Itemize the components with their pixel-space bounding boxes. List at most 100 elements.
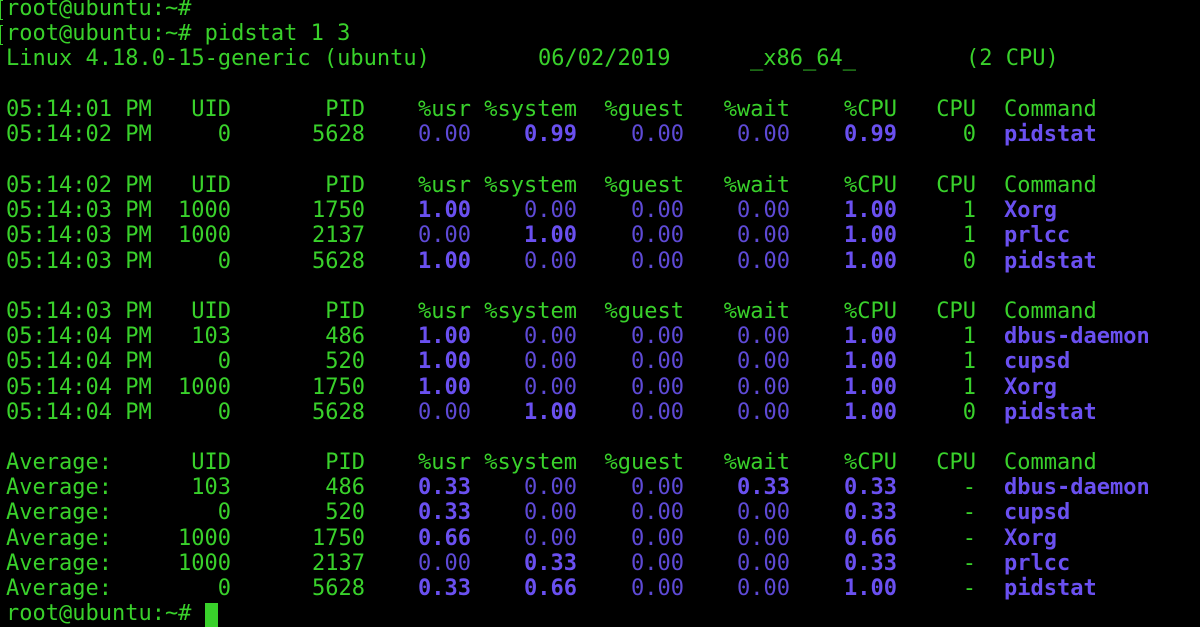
cell-cpu-pct: 0.66 — [844, 525, 897, 551]
cell-usr: 0.33 — [418, 576, 471, 601]
cell-uid: 1000 — [178, 374, 231, 400]
cell-cpu: 1 — [962, 374, 976, 400]
table-row: Average: 1000 2137 0.00 0.33 0.00 0.00 0.33 - prl… — [0, 551, 1200, 577]
row-time: 05:14:03 PM — [6, 223, 152, 249]
cell-guest: 0.00 — [631, 550, 684, 576]
cell-pid: 486 — [325, 324, 365, 350]
table-row: 05:14:04 PM 0 520 1.00 0.00 0.00 0.00 1.00 1 cups… — [0, 349, 1200, 375]
column-header-wait: %wait — [723, 299, 790, 324]
column-header-pid: PID — [325, 299, 365, 324]
cell-guest: 0.00 — [631, 349, 684, 375]
column-header-guest: %guest — [604, 97, 684, 122]
row-time: Average: — [6, 576, 112, 601]
cell-wait: 0.00 — [737, 399, 790, 425]
cell-usr: 0.00 — [418, 223, 471, 249]
cell-system: 0.00 — [524, 349, 577, 375]
cell-command: dbus-daemon — [1004, 475, 1150, 501]
column-header-command: Command — [1004, 299, 1097, 324]
cell-command: prlcc — [1004, 223, 1071, 249]
row-time: 05:14:04 PM — [6, 324, 152, 350]
cell-uid: 0 — [217, 122, 231, 148]
cell-guest: 0.00 — [631, 374, 684, 400]
cell-uid: 103 — [191, 475, 231, 501]
table-row: Average: 103 486 0.33 0.00 0.00 0.33 0.33 - dbus-… — [0, 475, 1200, 501]
cpu-count-info: (2 CPU) — [966, 46, 1059, 71]
terminal-line-command: root@ubuntu:~# pidstat 1 3 — [0, 21, 1200, 47]
row-time: Average: — [6, 475, 112, 501]
column-header-command: Command — [1004, 450, 1097, 475]
column-header-system: %system — [484, 450, 577, 475]
cell-cpu-pct: 1.00 — [844, 374, 897, 400]
header-time: 05:14:02 PM — [6, 173, 152, 198]
table-row: 05:14:04 PM 1000 1750 1.00 0.00 0.00 0.00 1.00 1… — [0, 375, 1200, 401]
row-time: 05:14:02 PM — [6, 122, 152, 148]
cell-cpu-pct: 1.00 — [844, 198, 897, 224]
column-header-cpu: CPU — [936, 299, 976, 324]
cell-uid: 0 — [217, 576, 231, 601]
row-time: Average: — [6, 500, 112, 526]
cell-pid: 1750 — [312, 198, 365, 224]
cell-guest: 0.00 — [631, 223, 684, 249]
cell-cpu: 0 — [962, 399, 976, 425]
cell-guest: 0.00 — [631, 500, 684, 526]
cell-cpu-pct: 1.00 — [844, 223, 897, 249]
cell-usr: 0.33 — [418, 500, 471, 526]
row-time: Average: — [6, 550, 112, 576]
cell-usr: 0.00 — [418, 399, 471, 425]
terminal-line-final-prompt[interactable]: root@ubuntu:~# — [0, 601, 1200, 627]
column-header-command: Command — [1004, 173, 1097, 198]
column-header-pid: PID — [325, 97, 365, 122]
cell-pid: 520 — [325, 500, 365, 526]
cell-command: Xorg — [1004, 198, 1057, 224]
date-info: 06/02/2019 — [538, 46, 671, 71]
column-header-system: %system — [484, 299, 577, 324]
cell-uid: 1000 — [178, 198, 231, 224]
cell-uid: 0 — [217, 399, 231, 425]
column-header-usr: %usr — [418, 450, 471, 475]
cell-wait: 0.33 — [737, 475, 790, 501]
cell-cpu: 1 — [962, 223, 976, 249]
column-header-pid: PID — [325, 450, 365, 475]
column-header-cpu-pct: %CPU — [844, 97, 897, 122]
header-time: Average: — [6, 450, 112, 475]
scroll-mark-icon — [0, 0, 3, 20]
cell-system: 1.00 — [524, 399, 577, 425]
cell-system: 0.00 — [524, 374, 577, 400]
column-header-cpu-pct: %CPU — [844, 299, 897, 324]
column-header-wait: %wait — [723, 173, 790, 198]
cell-cpu-pct: 1.00 — [844, 248, 897, 274]
cell-wait: 0.00 — [737, 324, 790, 350]
terminal-window[interactable]: root@ubuntu:~# root@ubuntu:~# pidstat 1 … — [0, 0, 1200, 627]
cell-pid: 486 — [325, 475, 365, 501]
table-row: 05:14:04 PM 0 5628 0.00 1.00 0.00 0.00 1.00 0 pid… — [0, 400, 1200, 426]
cell-command: Xorg — [1004, 374, 1057, 400]
cell-pid: 2137 — [312, 223, 365, 249]
column-header-uid: UID — [191, 97, 231, 122]
cell-system: 0.00 — [524, 475, 577, 501]
column-header-cpu-pct: %CPU — [844, 173, 897, 198]
column-header-uid: UID — [191, 173, 231, 198]
cell-system: 0.33 — [524, 550, 577, 576]
cell-system: 0.66 — [524, 576, 577, 601]
cell-usr: 1.00 — [418, 374, 471, 400]
table-row: 05:14:04 PM 103 486 1.00 0.00 0.00 0.00 1.00 1 db… — [0, 324, 1200, 350]
column-header-usr: %usr — [418, 173, 471, 198]
column-header-cpu: CPU — [936, 450, 976, 475]
cell-usr: 1.00 — [418, 324, 471, 350]
cell-cpu-pct: 0.33 — [844, 550, 897, 576]
column-header-uid: UID — [191, 450, 231, 475]
cell-wait: 0.00 — [737, 500, 790, 526]
cell-wait: 0.00 — [737, 550, 790, 576]
column-header-cpu: CPU — [936, 173, 976, 198]
cell-system: 0.00 — [524, 500, 577, 526]
shell-prompt: root@ubuntu:~# — [6, 0, 192, 21]
header-time: 05:14:01 PM — [6, 97, 152, 122]
cell-command: pidstat — [1004, 122, 1097, 148]
column-header-cpu: CPU — [936, 97, 976, 122]
cell-command: Xorg — [1004, 525, 1057, 551]
column-header-pid: PID — [325, 173, 365, 198]
table-row: 05:14:02 PM 0 5628 0.00 0.99 0.00 0.00 0.99 0 pid… — [0, 122, 1200, 148]
cell-cpu-pct: 1.00 — [844, 399, 897, 425]
cell-wait: 0.00 — [737, 349, 790, 375]
cell-command: pidstat — [1004, 576, 1097, 601]
